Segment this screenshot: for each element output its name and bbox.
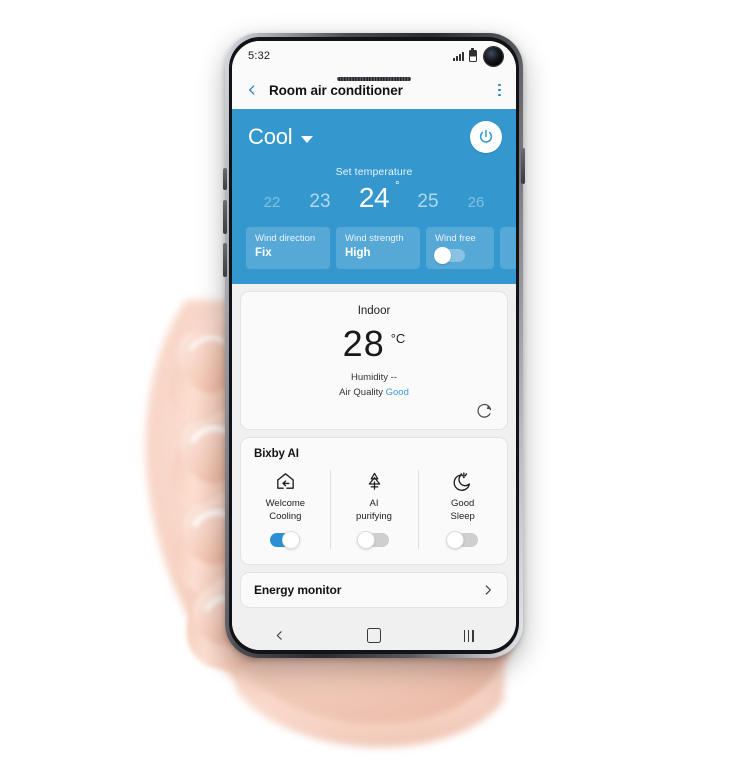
wind-free-toggle[interactable] [434,247,465,265]
chip-value: High [345,247,371,260]
volume-up-button[interactable] [223,168,227,190]
page-title: Room air conditioner [269,82,403,98]
content-area: Indoor 28 °C Humidity -- Air Quality Goo… [232,284,516,608]
nav-home-icon [366,628,382,643]
toggle-knob [282,530,301,549]
quick-settings-chips: Wind direction Fix Wind strength High Wi… [232,227,516,270]
more-options-icon[interactable] [495,80,504,101]
selected-temp-value: 24 [358,182,390,213]
bixby-item-good-sleep[interactable]: Good Sleep [418,469,507,549]
toggle-knob [357,530,375,549]
phone-device: 5:32 Room air conditioner Cool Set tempe… [225,33,523,658]
bixby-item-welcome-cooling[interactable]: Welcome Cooling [241,469,330,549]
front-camera-punchhole-icon [484,46,503,66]
chevron-right-icon [481,583,495,597]
ac-control-panel: Cool Set temperature 22 23 24 ° 25 26 Wi… [232,109,516,284]
chip-label: Wind strength [345,233,404,244]
status-clock: 5:32 [248,50,271,62]
nav-recents-button[interactable] [421,629,516,642]
mode-label[interactable]: Cool [248,124,293,150]
back-chevron-icon[interactable] [242,80,262,100]
label-line-1: AI [369,498,379,509]
status-icons [453,46,503,66]
mode-row: Cool [232,109,516,153]
energy-monitor-row[interactable]: Energy monitor [240,572,508,608]
bixby-ai-items: Welcome Cooling AI purifying Good Sleep [241,469,507,549]
nav-recents-icon [463,629,474,642]
label-line-2: purifying [356,510,392,522]
ai-purifying-toggle[interactable] [357,530,389,549]
battery-icon [469,48,477,62]
nav-back-icon [276,631,282,640]
temp-option-25[interactable]: 25 [403,191,453,213]
air-purify-tree-icon [363,469,386,493]
degree-symbol: ° [395,180,399,192]
earpiece-grille [337,77,411,81]
bixby-button[interactable] [223,243,227,277]
chip-wind-strength[interactable]: Wind strength High [336,227,420,270]
good-sleep-toggle[interactable] [445,530,478,549]
indoor-temperature-row: 28 °C [241,326,507,362]
chip-partial-next[interactable] [500,227,516,270]
welcome-cooling-toggle[interactable] [270,530,301,549]
phone-bezel: 5:32 Room air conditioner Cool Set tempe… [229,37,519,654]
air-quality-row: Air Quality Good [241,387,507,398]
bixby-ai-card: Bixby AI Welcome Cooling AI purifying Go… [240,437,508,565]
chevron-down-icon[interactable] [301,135,314,143]
label-line-2: Sleep [450,510,475,522]
toggle-knob [445,530,464,549]
phone-screen: 5:32 Room air conditioner Cool Set tempe… [232,41,516,650]
humidity-text: Humidity -- [351,372,397,383]
temp-option-22[interactable]: 22 [249,194,295,211]
toggle-knob [434,247,451,265]
nav-home-button[interactable] [327,628,422,643]
signal-bars-icon [453,51,464,61]
navigation-bar [232,621,516,650]
label-line-1: Good [451,498,475,509]
energy-monitor-label: Energy monitor [254,583,342,597]
indoor-temperature-value: 28 [342,323,385,364]
bixby-item-label: AI purifying [356,498,392,524]
chip-wind-free[interactable]: Wind free [426,227,494,270]
chip-wind-direction[interactable]: Wind direction Fix [246,227,330,270]
refresh-icon[interactable] [476,402,494,420]
moon-stars-icon [451,469,474,493]
nav-back-button[interactable] [232,629,327,642]
bixby-item-ai-purifying[interactable]: AI purifying [329,469,419,549]
indoor-title: Indoor [357,305,391,317]
label-line-2: Cooling [269,510,302,522]
temp-option-23[interactable]: 23 [295,191,345,213]
temperature-selector[interactable]: 22 23 24 ° 25 26 [232,180,516,214]
air-quality-value: Good [385,387,409,398]
power-button[interactable] [470,121,502,153]
power-side-button[interactable] [521,148,525,184]
label-line-1: Welcome [265,498,306,509]
bixby-item-label: Welcome Cooling [266,498,305,524]
temp-option-24-selected[interactable]: 24 ° [345,180,403,214]
bixby-item-label: Good Sleep [451,498,475,524]
set-temperature-label: Set temperature [335,166,413,178]
temp-option-26[interactable]: 26 [453,194,499,211]
indoor-temperature-unit: °C [390,331,406,346]
volume-down-button[interactable] [223,200,227,234]
bixby-ai-title: Bixby AI [254,448,299,460]
chip-label: Wind direction [255,233,316,244]
home-arrow-icon [274,469,297,493]
chip-label: Wind free [435,233,476,244]
indoor-card: Indoor 28 °C Humidity -- Air Quality Goo… [240,291,508,430]
air-quality-label: Air Quality [339,387,383,398]
status-bar: 5:32 [232,41,516,71]
chip-value: Fix [255,247,272,260]
